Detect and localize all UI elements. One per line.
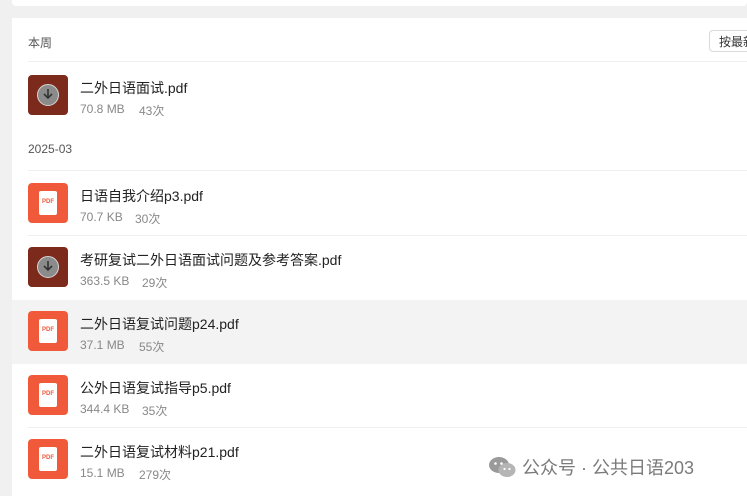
download-count: 55次 bbox=[139, 340, 165, 354]
file-row[interactable]: PDF 二外日语复试问题p24.pdf 37.1 MB 55次 bbox=[12, 300, 747, 364]
download-count: 30次 bbox=[135, 212, 161, 226]
file-size: 344.4 KB bbox=[80, 402, 130, 416]
file-name: 二外日语复试问题p24.pdf bbox=[80, 316, 239, 332]
download-icon bbox=[28, 75, 68, 115]
section-header-this-week: 本周 bbox=[28, 36, 53, 50]
download-icon bbox=[28, 247, 68, 287]
file-size: 15.1 MB bbox=[80, 466, 125, 480]
file-name: 二外日语复试材料p21.pdf bbox=[80, 444, 239, 460]
file-row[interactable]: 考研复试二外日语面试问题及参考答案.pdf 363.5 KB 29次 bbox=[12, 236, 747, 300]
file-size: 70.8 MB bbox=[80, 102, 125, 116]
pdf-icon: PDF bbox=[28, 375, 68, 415]
file-row[interactable]: 二外日语面试.pdf 70.8 MB 43次 bbox=[12, 64, 747, 128]
divider bbox=[28, 61, 747, 62]
download-count: 43次 bbox=[139, 104, 165, 118]
file-name: 考研复试二外日语面试问题及参考答案.pdf bbox=[80, 252, 342, 268]
watermark-text: 公众号 · 公共日语203 bbox=[522, 458, 695, 478]
pdf-icon: PDF bbox=[28, 183, 68, 223]
file-name: 二外日语面试.pdf bbox=[80, 80, 188, 96]
file-size: 363.5 KB bbox=[80, 274, 130, 288]
download-count: 279次 bbox=[139, 468, 172, 482]
pdf-icon: PDF bbox=[28, 311, 68, 351]
file-name: 公外日语复试指导p5.pdf bbox=[80, 380, 231, 396]
pdf-icon: PDF bbox=[28, 439, 68, 479]
section-header-march: 2025-03 bbox=[28, 142, 73, 156]
sort-button[interactable]: 按最新 bbox=[709, 30, 747, 52]
download-count: 29次 bbox=[142, 276, 168, 290]
file-row[interactable]: PDF 日语自我介绍p3.pdf 70.7 KB 30次 bbox=[12, 172, 747, 236]
file-list-panel: 本周 按最新 二外日语面试.pdf 70.8 MB 43次 2025-03 PD… bbox=[12, 18, 747, 496]
divider bbox=[28, 170, 747, 171]
file-size: 70.7 KB bbox=[80, 210, 123, 224]
top-panel-edge bbox=[12, 0, 747, 6]
watermark: 公众号 · 公共日语203 bbox=[488, 453, 694, 481]
file-name: 日语自我介绍p3.pdf bbox=[80, 188, 203, 204]
file-row[interactable]: PDF 公外日语复试指导p5.pdf 344.4 KB 35次 bbox=[12, 364, 747, 428]
wechat-icon bbox=[489, 457, 516, 477]
download-count: 35次 bbox=[142, 404, 168, 418]
file-size: 37.1 MB bbox=[80, 338, 125, 352]
